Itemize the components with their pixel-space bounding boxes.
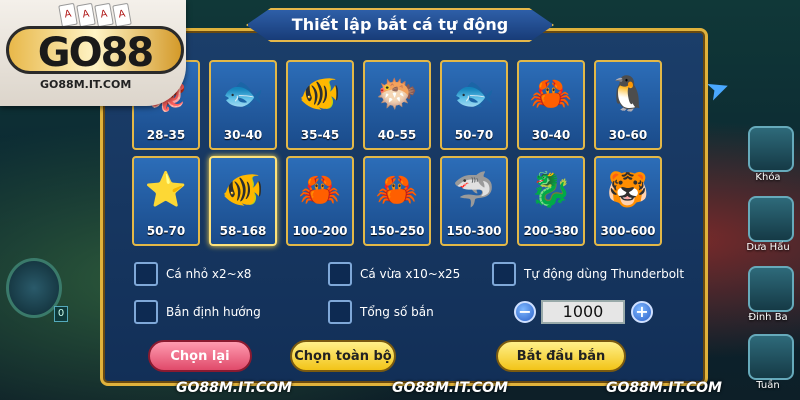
fish-multiplier-range: 28-35 xyxy=(146,128,186,142)
fish-card[interactable]: 🐉 200-380 xyxy=(517,156,585,246)
watermelon-icon[interactable] xyxy=(748,196,794,242)
fish-card[interactable]: 🐟 30-40 xyxy=(209,60,277,150)
fish-multiplier-range: 40-55 xyxy=(377,128,417,142)
fish-card[interactable]: 🦈 150-300 xyxy=(440,156,508,246)
fish-multiplier-range: 100-200 xyxy=(292,224,348,238)
medium-fish-checkbox[interactable] xyxy=(328,262,352,286)
golden-fish-icon: 🐠 xyxy=(221,170,265,210)
fish-multiplier-range: 30-40 xyxy=(223,128,263,142)
reselect-button[interactable]: Chọn lại xyxy=(148,340,252,372)
logo-wordmark: GO88 xyxy=(6,26,184,76)
tiger-icon: 🐯 xyxy=(606,170,650,210)
fish-multiplier-range: 35-45 xyxy=(300,128,340,142)
lock-target-icon[interactable] xyxy=(748,126,794,172)
side-label-last: Tuần xyxy=(756,380,780,391)
decrease-button[interactable]: − xyxy=(514,301,536,323)
small-fish-checkbox[interactable] xyxy=(134,262,158,286)
fish-card[interactable]: 🦀 100-200 xyxy=(286,156,354,246)
fish-multiplier-range: 300-600 xyxy=(600,224,656,238)
fish-multiplier-range: 50-70 xyxy=(146,224,186,238)
thunderbolt-checkbox[interactable] xyxy=(492,262,516,286)
fish-card[interactable]: 🐠 35-45 xyxy=(286,60,354,150)
total-shots-checkbox[interactable] xyxy=(328,300,352,324)
panel-title: Thiết lập bắt cá tự động xyxy=(246,8,554,42)
watermark-text: GO88M.IT.COM xyxy=(606,380,722,396)
directional-option[interactable]: Bắn định hướng xyxy=(134,300,261,324)
penguin-icon: 🐧 xyxy=(606,74,650,114)
skill-count: 0 xyxy=(54,306,68,322)
go88-logo: A A A A GO88 GO88M.IT.COM xyxy=(0,0,186,106)
side-label-nail: Đinh Ba xyxy=(748,312,788,323)
side-label-lock: Khóa xyxy=(755,172,781,183)
speed-icon[interactable] xyxy=(748,334,794,380)
golden-dragon-icon: 🐉 xyxy=(529,170,573,210)
fish-multiplier-range: 58-168 xyxy=(219,224,267,238)
watermark-text: GO88M.IT.COM xyxy=(392,380,508,396)
fish-card[interactable]: 🐯 300-600 xyxy=(594,156,662,246)
fish-card[interactable]: 🦀 30-40 xyxy=(517,60,585,150)
trident-icon[interactable] xyxy=(748,266,794,312)
playing-cards-icon: A A A A xyxy=(58,2,132,28)
fish-multiplier-range: 30-60 xyxy=(608,128,648,142)
directional-checkbox[interactable] xyxy=(134,300,158,324)
watermark-text: GO88M.IT.COM xyxy=(176,380,292,396)
pufferfish-icon: 🐡 xyxy=(375,74,419,114)
fish-multiplier-range: 200-380 xyxy=(523,224,579,238)
fish-card[interactable]: 🐟 50-70 xyxy=(440,60,508,150)
thunderbolt-option[interactable]: Tự động dùng Thunderbolt xyxy=(492,262,684,286)
small-fish-option[interactable]: Cá nhỏ x2~x8 xyxy=(134,262,251,286)
increase-button[interactable]: + xyxy=(631,301,653,323)
fish-multiplier-range: 150-300 xyxy=(446,224,502,238)
starfish-icon: ⭐ xyxy=(144,170,188,210)
goldfish-icon: 🐟 xyxy=(452,74,496,114)
fish-card[interactable]: 🐡 40-55 xyxy=(363,60,431,150)
fish-card[interactable]: 🐠 58-168 xyxy=(209,156,277,246)
fish-card[interactable]: 🦀 150-250 xyxy=(363,156,431,246)
logo-url: GO88M.IT.COM xyxy=(40,78,132,91)
crab-icon: 🦀 xyxy=(529,74,573,114)
start-shooting-button[interactable]: Bắt đầu bắn xyxy=(496,340,626,372)
fish-multiplier-range: 30-40 xyxy=(531,128,571,142)
manta-ray-icon: 🐟 xyxy=(221,74,265,114)
fish-card[interactable]: ⭐ 50-70 xyxy=(132,156,200,246)
total-shots-option[interactable]: Tổng số bắn xyxy=(328,300,434,324)
hermit-crab-icon: 🦀 xyxy=(298,170,342,210)
fish-multiplier-range: 50-70 xyxy=(454,128,494,142)
fish-multiplier-range: 150-250 xyxy=(369,224,425,238)
clownfish-icon: 🐠 xyxy=(298,74,342,114)
medium-fish-option[interactable]: Cá vừa x10~x25 xyxy=(328,262,460,286)
shark-icon: 🦈 xyxy=(452,170,496,210)
side-label-watermelon: Dưa Hấu xyxy=(746,242,790,253)
select-all-button[interactable]: Chọn toàn bộ xyxy=(290,340,396,372)
red-crab-icon: 🦀 xyxy=(375,170,419,210)
shot-count-value[interactable]: 1000 xyxy=(541,300,625,324)
fish-card[interactable]: 🐧 30-60 xyxy=(594,60,662,150)
